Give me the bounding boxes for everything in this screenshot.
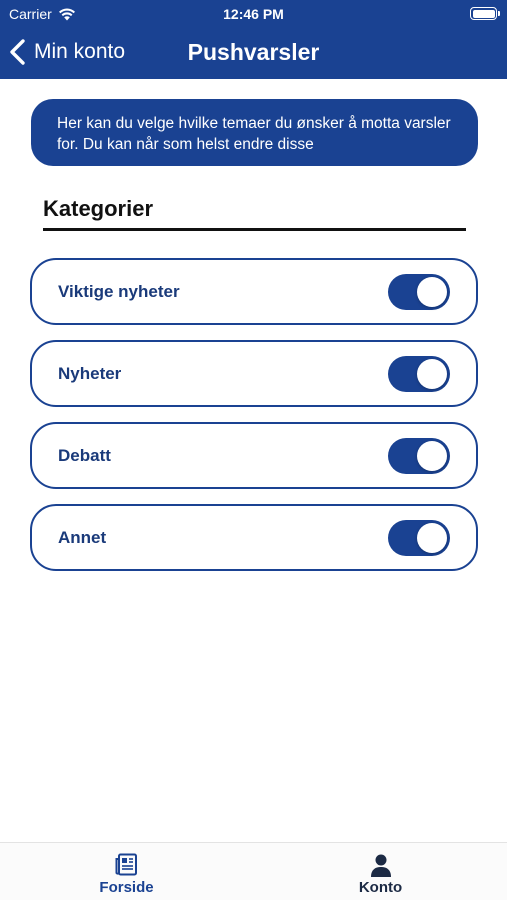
- category-row-nyheter: Nyheter: [30, 340, 478, 407]
- toggle-knob: [417, 441, 447, 471]
- header: Carrier 12:46 PM Min konto Pushvarsler: [0, 0, 507, 79]
- category-label: Debatt: [58, 446, 111, 465]
- toggle-knob: [417, 277, 447, 307]
- category-row-viktige-nyheter: Viktige nyheter: [30, 258, 478, 325]
- tab-label: Forside: [99, 879, 154, 896]
- toggle-switch[interactable]: [388, 520, 450, 556]
- battery-tip: [498, 11, 500, 16]
- page-title: Pushvarsler: [187, 39, 320, 65]
- toggle-switch[interactable]: [388, 274, 450, 310]
- tab-bar: Forside Konto: [0, 842, 507, 900]
- tab-label: Konto: [358, 879, 403, 896]
- battery-icon: [470, 7, 500, 20]
- toggle-knob: [417, 359, 447, 389]
- person-icon: [370, 854, 391, 877]
- section-title: Kategorier: [43, 196, 154, 221]
- info-banner: Her kan du velge hvilke temaer du ønsker…: [31, 99, 478, 166]
- battery-level: [472, 9, 495, 18]
- section-divider: [43, 228, 466, 231]
- category-label: Viktige nyheter: [58, 282, 180, 301]
- tab-forside[interactable]: Forside: [0, 843, 253, 900]
- nav-bar: Min konto Pushvarsler: [0, 28, 507, 79]
- screen: Carrier 12:46 PM Min konto Pushvarsler H…: [0, 0, 507, 900]
- category-row-debatt: Debatt: [30, 422, 478, 489]
- status-time: 12:46 PM: [223, 6, 284, 22]
- toggle-switch[interactable]: [388, 356, 450, 392]
- tab-konto[interactable]: Konto: [254, 843, 507, 900]
- category-label: Nyheter: [58, 364, 122, 383]
- status-bar: Carrier 12:46 PM: [0, 0, 507, 28]
- newspaper-icon: [115, 853, 137, 876]
- category-row-annet: Annet: [30, 504, 478, 571]
- toggle-knob: [417, 523, 447, 553]
- category-list: Viktige nyheter Nyheter Debatt Annet: [30, 258, 478, 586]
- category-label: Annet: [58, 528, 107, 547]
- toggle-switch[interactable]: [388, 438, 450, 474]
